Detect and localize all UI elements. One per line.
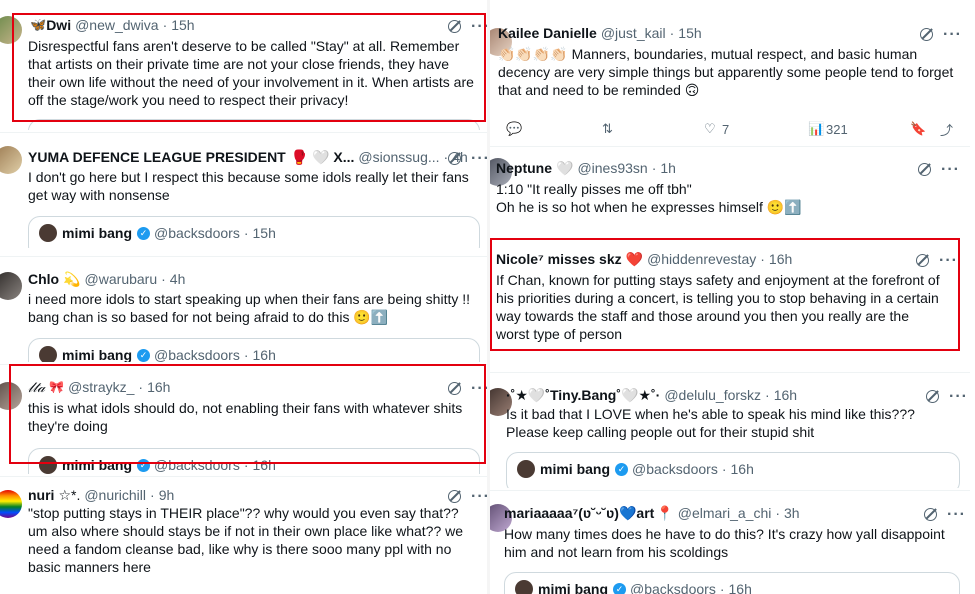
avatar[interactable] — [0, 146, 22, 174]
display-name[interactable]: Chlo — [28, 270, 59, 288]
separator-dot: · — [161, 271, 166, 287]
timestamp[interactable]: 9h — [159, 486, 175, 504]
tweet-text: i need more idols to start speaking up w… — [28, 291, 471, 325]
more-icon[interactable]: ··· — [471, 150, 487, 166]
verified-badge-icon: ✓ — [613, 582, 627, 594]
quoted-tweet[interactable]: mimi bang ✓ @backsdoors · 16h — [28, 338, 480, 362]
separator-dot: · — [721, 461, 727, 477]
name-emojis: 🥊 🤍 X... — [290, 149, 355, 165]
verified-badge-icon: ✓ — [137, 226, 151, 240]
tweet-text: 👏🏻👏🏻👏🏻👏🏻 Manners, boundaries, mutual res… — [498, 46, 954, 98]
avatar[interactable] — [0, 490, 22, 518]
tweet-text: 1:10 "It really pisses me off tbh" Oh he… — [496, 181, 802, 215]
tweet-text: How many times does he have to do this? … — [504, 526, 945, 560]
separator-dot: · — [719, 581, 725, 594]
share-icon[interactable]: ⤴ — [940, 120, 953, 139]
handle[interactable]: @warubaru — [85, 270, 158, 288]
reply-icon[interactable]: 💬 — [506, 121, 522, 137]
timestamp[interactable]: 4h — [170, 270, 186, 288]
tweet-card[interactable]: YUMA DEFENCE LEAGUE PRESIDENT 🥊 🤍 X... @… — [0, 140, 487, 248]
quoted-handle: @backsdoors — [630, 581, 716, 594]
tweet-text: "stop putting stays in THEIR place"?? wh… — [28, 505, 464, 575]
name-symbols: ☆*. — [58, 487, 81, 503]
timestamp[interactable]: 15h — [678, 24, 701, 42]
white-heart-emoji: 🤍 — [556, 160, 574, 176]
timestamp[interactable]: 1h — [660, 159, 676, 177]
display-name[interactable]: nuri — [28, 486, 54, 504]
grok-icon[interactable] — [920, 28, 933, 41]
timestamp[interactable]: 3h — [784, 504, 800, 522]
quoted-timestamp: 15h — [252, 225, 276, 241]
handle[interactable]: @elmari_a_chi — [678, 504, 772, 522]
tweet-card[interactable]: nuri ☆*. @nurichill · 9h ··· "stop putti… — [0, 480, 487, 594]
tweet-card[interactable]: ·˚★🤍˚Tiny.Bang˚🤍★˚· @delulu_forskz · 16h… — [490, 378, 970, 488]
views-count: 321 — [826, 121, 848, 137]
quoted-timestamp: 16h — [728, 581, 752, 594]
verified-badge-icon: ✓ — [137, 348, 151, 362]
display-name[interactable]: YUMA DEFENCE LEAGUE PRESIDENT — [28, 148, 286, 166]
avatar — [517, 460, 535, 478]
quoted-display-name: mimi bang — [540, 461, 611, 477]
grok-icon[interactable] — [926, 390, 939, 403]
avatar — [515, 580, 533, 594]
display-name[interactable]: ·˚★🤍˚Tiny.Bang˚🤍★˚· — [506, 386, 660, 404]
handle[interactable]: @nurichill — [84, 486, 146, 504]
separator-dot: · — [651, 160, 657, 176]
tweet-card[interactable]: mariaaaaa⁷(ʋ˘ᵕ˘ʋ)💙art 📍 @elmari_a_chi · … — [490, 496, 970, 594]
quoted-tweet[interactable]: mimi bang ✓ @backsdoors · 15h — [28, 216, 480, 248]
handle[interactable]: @sionssug... — [358, 148, 439, 166]
highlight-box — [490, 238, 960, 351]
handle[interactable]: @ines93sn — [577, 159, 647, 177]
more-icon[interactable]: ··· — [949, 388, 968, 404]
quoted-tweet[interactable]: mimi bang ✓ @backsdoors · 16h — [504, 572, 960, 594]
pin-emoji: 📍 — [656, 505, 674, 521]
quoted-tweet[interactable]: mimi bang ✓ @backsdoors · 16h — [506, 452, 960, 488]
dizzy-emoji: 💫 — [63, 271, 81, 287]
quoted-display-name: mimi bang — [62, 347, 133, 362]
views-icon[interactable]: 📊 — [808, 121, 824, 137]
grok-icon[interactable] — [448, 490, 461, 503]
display-name[interactable]: mariaaaaa⁷(ʋ˘ᵕ˘ʋ)💙art — [504, 504, 654, 522]
tweet-card[interactable]: Kailee Danielle @just_kail · 15h ··· 👏🏻👏… — [490, 16, 970, 140]
handle[interactable]: @delulu_forskz — [664, 386, 761, 404]
more-icon[interactable]: ··· — [947, 506, 966, 522]
grok-icon[interactable] — [924, 508, 937, 521]
tweet-card[interactable]: Chlo 💫 @warubaru · 4h i need more idols … — [0, 262, 487, 362]
bookmark-icon[interactable]: 🔖 — [910, 121, 926, 137]
quoted-handle: @backsdoors — [632, 461, 718, 477]
avatar[interactable] — [0, 272, 22, 300]
more-icon[interactable]: ··· — [943, 26, 962, 42]
tweet-card[interactable]: Neptune 🤍 @ines93sn · 1h ··· 1:10 "It re… — [490, 150, 970, 240]
retweet-icon[interactable]: ⇅ — [602, 121, 613, 137]
verified-badge-icon: ✓ — [615, 462, 629, 476]
highlight-box — [9, 364, 486, 464]
separator-dot: · — [669, 25, 675, 41]
avatar — [39, 224, 57, 242]
display-name[interactable]: Neptune — [496, 159, 552, 177]
timestamp[interactable]: 16h — [774, 386, 797, 404]
quoted-display-name: mimi bang — [62, 225, 133, 241]
quoted-display-name: mimi bang — [538, 581, 609, 594]
quoted-timestamp: 16h — [252, 347, 276, 362]
more-icon[interactable]: ··· — [471, 488, 487, 504]
tweet-text: Is it bad that I LOVE when he's able to … — [506, 406, 915, 440]
grok-icon[interactable] — [448, 152, 461, 165]
quoted-timestamp: 16h — [730, 461, 754, 477]
separator-dot: · — [243, 347, 249, 362]
avatar — [39, 346, 57, 362]
quoted-handle: @backsdoors — [154, 225, 240, 241]
grok-icon[interactable] — [918, 163, 931, 176]
like-count: 7 — [722, 121, 730, 137]
separator-dot: · — [765, 387, 770, 403]
display-name[interactable]: Kailee Danielle — [498, 24, 597, 42]
tweet-text: I don't go here but I respect this becau… — [28, 169, 469, 203]
separator-dot: · — [243, 225, 249, 241]
quoted-handle: @backsdoors — [154, 347, 240, 362]
like-icon[interactable]: ♡ — [704, 121, 716, 137]
separator-dot: · — [150, 487, 155, 503]
handle[interactable]: @just_kail — [601, 24, 666, 42]
separator-dot: · — [775, 505, 781, 521]
highlight-box — [12, 13, 486, 122]
more-icon[interactable]: ··· — [941, 161, 960, 177]
